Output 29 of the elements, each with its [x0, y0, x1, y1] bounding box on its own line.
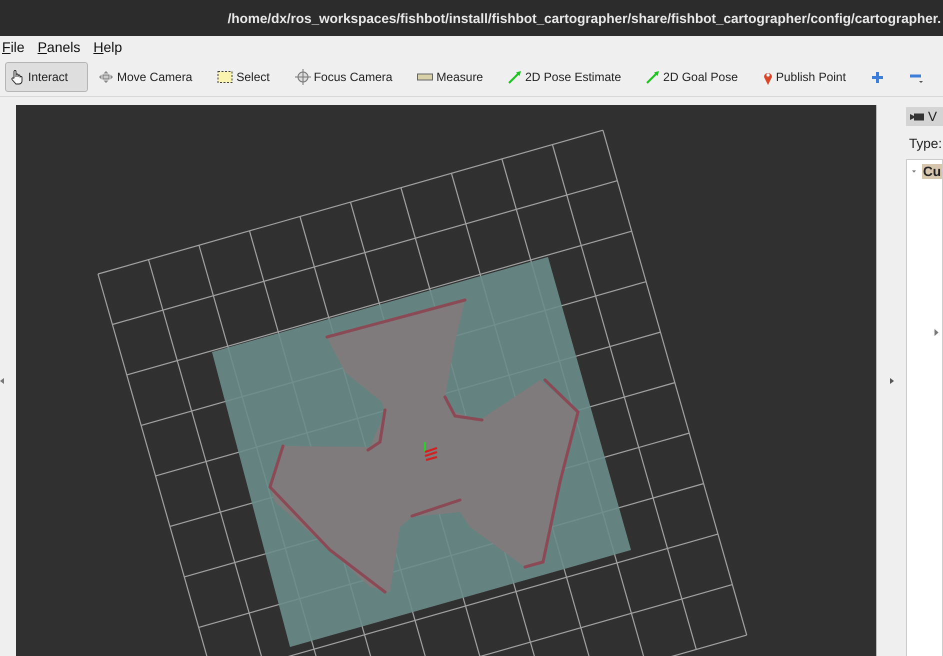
tool-button[interactable]: Select: [213, 62, 279, 92]
selection-rectangle-icon: [217, 70, 234, 84]
window-title: /home/dx/ros_workspaces/fishbot/install/fishbot_cartographer/share/fishbot_cartographer/config/cartographer.: [228, 10, 942, 26]
collapse-arrow-icon[interactable]: [0, 378, 4, 384]
hand-pointer-icon: [9, 69, 25, 85]
camera-icon: [910, 112, 924, 120]
menu-item[interactable]: Help: [93, 39, 122, 55]
plus-icon: [870, 70, 884, 84]
arrow-icon: [646, 70, 660, 84]
tool-button[interactable]: Measure: [413, 62, 492, 92]
menu-item[interactable]: File: [2, 39, 25, 55]
robot-axes-icon: [424, 442, 438, 461]
crosshair-icon: [294, 69, 311, 85]
menu-item[interactable]: Panels: [38, 39, 80, 55]
tree-arrow-icon[interactable]: [933, 329, 940, 336]
tool-button[interactable]: Interact: [5, 62, 88, 92]
expand-arrow-icon[interactable]: [890, 378, 894, 384]
type-label: Type:: [908, 136, 943, 151]
panel-title: V: [928, 109, 938, 124]
tool-button[interactable]: 2D Pose Estimate: [504, 62, 630, 92]
tree-item[interactable]: Cu: [922, 164, 942, 179]
move-camera-icon: [98, 70, 114, 84]
tool-button[interactable]: Focus Camera: [290, 62, 402, 92]
3d-viewport[interactable]: [16, 105, 876, 656]
arrow-icon: [508, 70, 522, 84]
tool-button[interactable]: 2D Goal Pose: [642, 62, 747, 92]
tool-button[interactable]: Publish Point: [758, 62, 855, 92]
ruler-icon: [417, 73, 434, 81]
tool-button[interactable]: Move Camera: [94, 62, 202, 92]
